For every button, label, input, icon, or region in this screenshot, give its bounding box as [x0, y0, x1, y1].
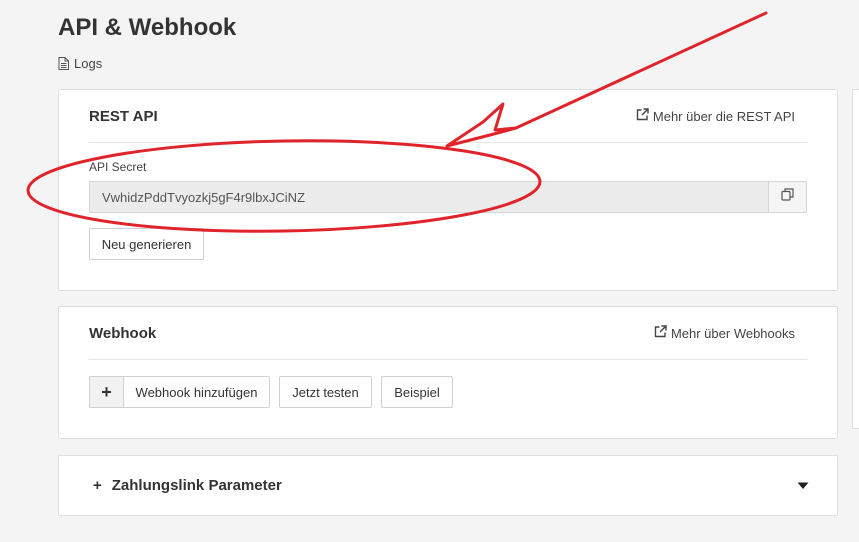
expand-plus-icon: +	[93, 477, 102, 494]
api-secret-input[interactable]	[89, 181, 768, 213]
example-button[interactable]: Beispiel	[381, 376, 453, 408]
regenerate-button[interactable]: Neu generieren	[89, 228, 204, 260]
webhook-more-link[interactable]: Mehr über Webhooks	[654, 325, 795, 341]
payment-link-title: Zahlungslink Parameter	[111, 477, 282, 494]
rest-api-more-link[interactable]: Mehr über die REST API	[636, 108, 795, 124]
copy-button[interactable]	[768, 181, 807, 213]
payment-link-toggle[interactable]: + Zahlungslink Parameter	[93, 456, 809, 515]
rest-api-more-label: Mehr über die REST API	[652, 108, 795, 124]
rest-api-title: REST API	[89, 107, 158, 125]
logs-link[interactable]: Logs	[58, 56, 102, 71]
side-panel-edge	[852, 89, 859, 429]
copy-icon	[781, 188, 794, 206]
webhook-more-label: Mehr über Webhooks	[670, 325, 795, 341]
document-icon	[58, 57, 69, 70]
webhook-card: Webhook Mehr über Webhooks + Webhook hin…	[58, 306, 838, 439]
rest-api-card: REST API Mehr über die REST API API Secr…	[58, 89, 838, 291]
payment-link-heading: + Zahlungslink Parameter	[93, 477, 282, 494]
add-webhook-button[interactable]: Webhook hinzufügen	[123, 376, 270, 408]
add-webhook-group: + Webhook hinzufügen	[89, 376, 270, 408]
caret-down-icon[interactable]	[797, 477, 809, 495]
plus-icon[interactable]: +	[89, 376, 123, 408]
api-secret-group	[89, 181, 807, 213]
external-link-icon	[654, 325, 667, 341]
page-title: API & Webhook	[58, 14, 237, 41]
rest-api-header: REST API Mehr über die REST API	[89, 90, 807, 143]
external-link-icon	[636, 108, 649, 124]
api-secret-label: API Secret	[89, 160, 147, 174]
logs-label: Logs	[74, 56, 103, 71]
webhook-header: Webhook Mehr über Webhooks	[89, 307, 807, 360]
test-now-button[interactable]: Jetzt testen	[279, 376, 372, 408]
webhook-actions: + Webhook hinzufügen Jetzt testen Beispi…	[89, 376, 453, 408]
payment-link-card: + Zahlungslink Parameter	[58, 455, 838, 516]
webhook-title: Webhook	[89, 324, 157, 342]
